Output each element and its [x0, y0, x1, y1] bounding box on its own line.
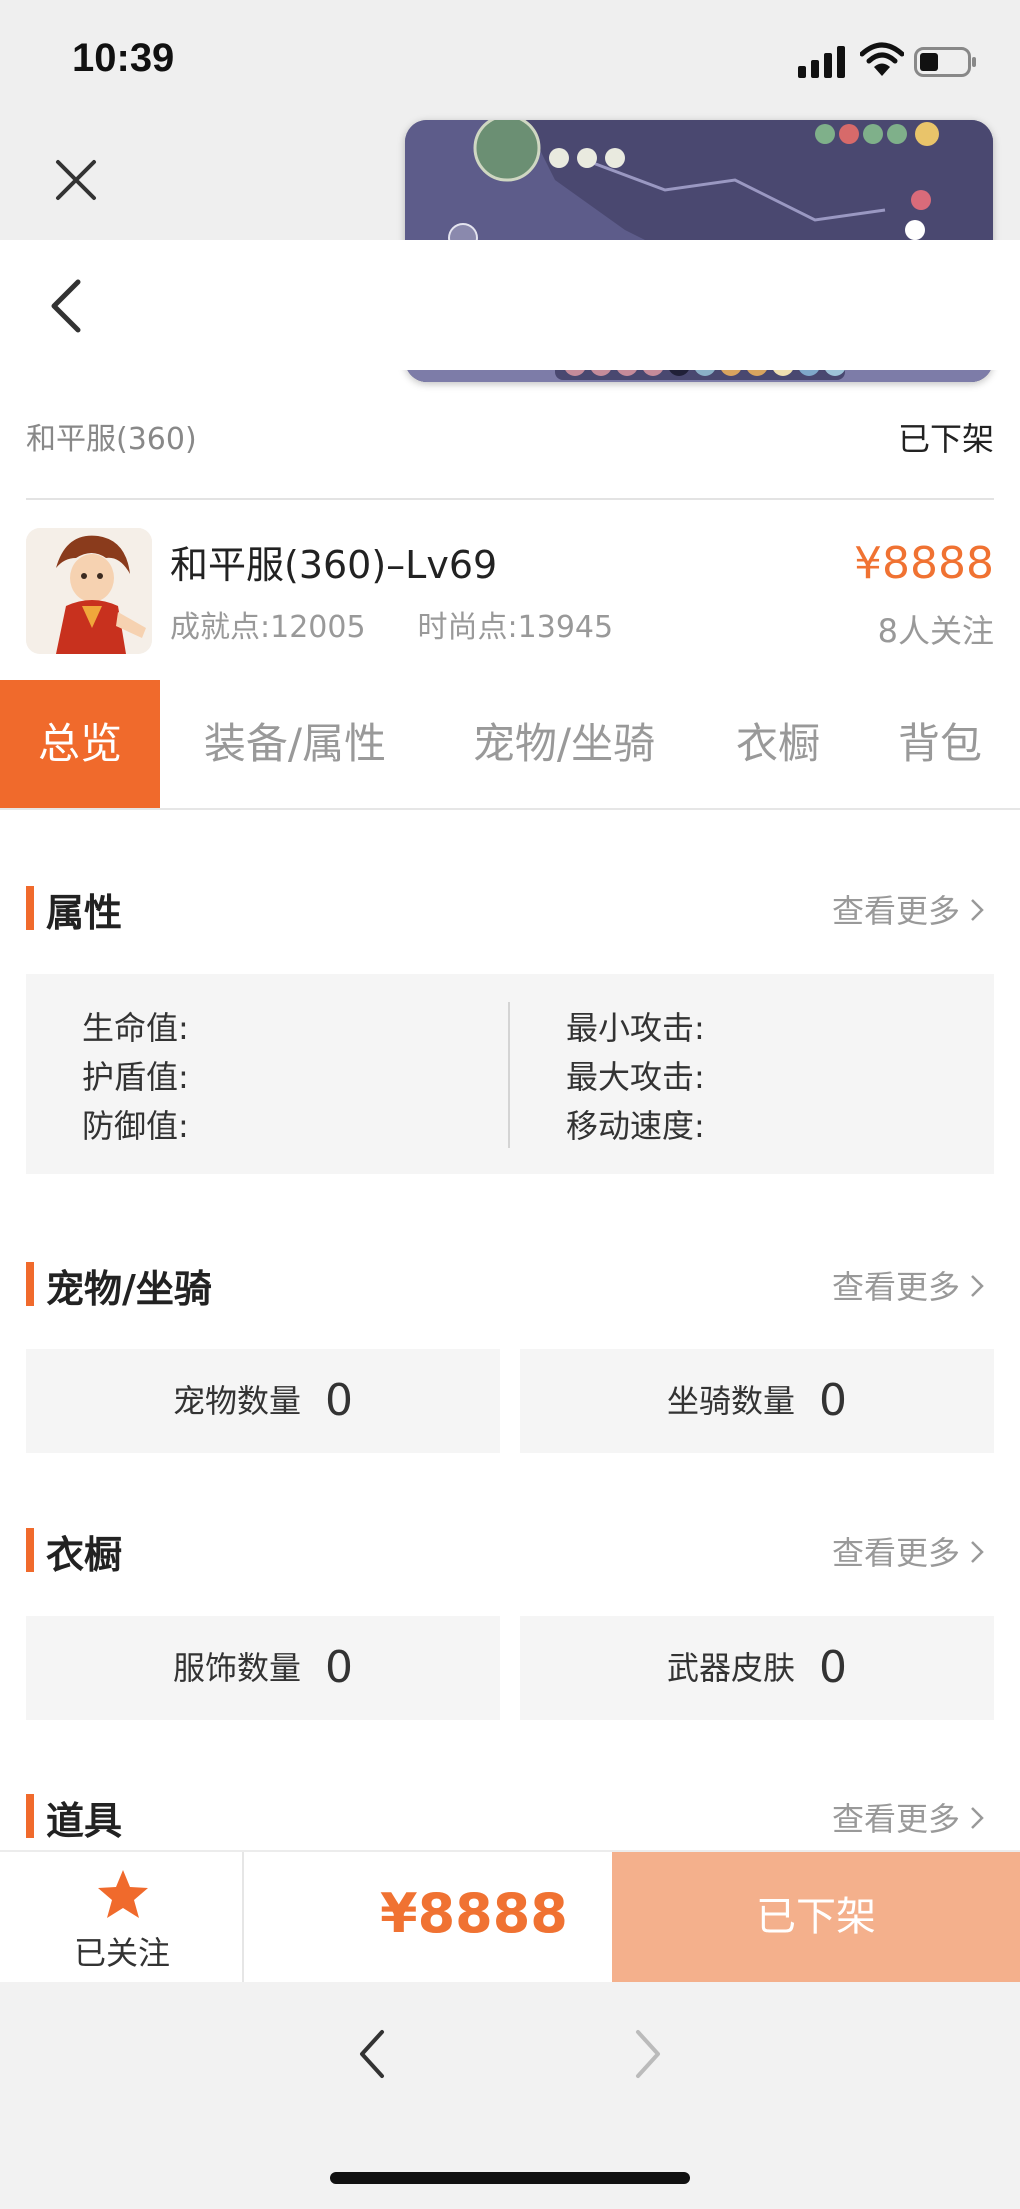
product-title: 和平服(360)–Lv69	[170, 543, 498, 587]
pet-count-value: 0	[325, 1375, 353, 1426]
tab-pets-mounts[interactable]: 宠物/坐骑	[448, 680, 680, 808]
chevron-right-icon	[971, 1275, 984, 1297]
mount-count-card: 坐骑数量 0	[520, 1349, 994, 1453]
back-icon[interactable]	[46, 278, 86, 334]
server-row: 和平服(360) 已下架	[0, 400, 1020, 470]
wardrobe-section-header: 衣橱 查看更多	[0, 1518, 1020, 1578]
chevron-right-icon	[971, 1541, 984, 1563]
browser-back-icon[interactable]	[356, 2026, 388, 2082]
tab-backpack[interactable]: 背包	[876, 680, 1004, 808]
wardrobe-title: 衣橱	[46, 1533, 123, 1577]
browser-forward-icon[interactable]	[632, 2026, 664, 2082]
more-label: 查看更多	[831, 1800, 960, 1838]
off-shelf-button[interactable]: 已下架	[612, 1852, 1020, 1982]
more-label: 查看更多	[831, 1268, 960, 1306]
weapon-skin-value: 0	[819, 1642, 847, 1693]
attributes-panel: 生命值: 护盾值: 防御值: 最小攻击: 最大攻击: 移动速度:	[26, 974, 994, 1174]
defense-label: 防御值:	[82, 1107, 189, 1145]
shield-label: 护盾值:	[82, 1058, 189, 1096]
product-summary: 和平服(360)–Lv69 成就点:12005 时尚点:13945 ¥8888 8…	[0, 510, 1020, 654]
server-name: 和平服(360)	[26, 422, 197, 457]
attributes-right-column: 最小攻击: 最大攻击: 移动速度:	[566, 1004, 705, 1151]
wardrobe-more-link[interactable]: 查看更多	[832, 1528, 984, 1574]
outfit-count-label: 服饰数量	[172, 1649, 301, 1687]
home-indicator	[330, 2172, 690, 2184]
follow-label: 已关注	[73, 1934, 170, 1972]
star-icon	[98, 1870, 148, 1918]
outfit-count-card: 服饰数量 0	[26, 1616, 500, 1720]
attributes-title: 属性	[46, 891, 123, 935]
pet-count-label: 宠物数量	[172, 1382, 301, 1420]
more-label: 查看更多	[831, 892, 960, 930]
items-title: 道具	[46, 1799, 123, 1843]
divider	[26, 498, 994, 500]
character-avatar	[26, 528, 152, 654]
section-accent-bar	[26, 1794, 34, 1838]
pets-title: 宠物/坐骑	[46, 1267, 212, 1311]
page-nav-bar	[0, 240, 1020, 370]
follow-button[interactable]: 已关注	[0, 1852, 244, 1982]
more-label: 查看更多	[831, 1534, 960, 1572]
move-speed-label: 移动速度:	[566, 1107, 705, 1145]
attributes-more-link[interactable]: 查看更多	[832, 886, 984, 932]
tab-equipment[interactable]: 装备/属性	[180, 680, 410, 808]
battery-icon	[914, 47, 976, 77]
items-more-link[interactable]: 查看更多	[832, 1794, 984, 1840]
chevron-right-icon	[971, 1807, 984, 1829]
mount-count-label: 坐骑数量	[666, 1382, 795, 1420]
attributes-left-column: 生命值: 护盾值: 防御值:	[82, 1004, 189, 1151]
signal-icon	[798, 46, 845, 78]
hp-label: 生命值:	[82, 1009, 189, 1047]
attributes-section-header: 属性 查看更多	[0, 876, 1020, 936]
bottom-action-bar: 已关注 ¥8888 已下架	[0, 1850, 1020, 1982]
pet-count-card: 宠物数量 0	[26, 1349, 500, 1453]
product-stats: 成就点:12005 时尚点:13945	[170, 602, 665, 646]
pets-section-header: 宠物/坐骑 查看更多	[0, 1252, 1020, 1312]
status-bar: 10:39	[0, 0, 1020, 120]
column-divider	[508, 1002, 510, 1148]
achievement-points: 成就点:12005	[170, 610, 366, 645]
footer-divider	[242, 1852, 244, 1982]
product-price: ¥8888	[854, 538, 994, 589]
mount-count-value: 0	[819, 1375, 847, 1426]
weapon-skin-count-card: 武器皮肤 0	[520, 1616, 994, 1720]
section-accent-bar	[26, 1528, 34, 1572]
min-attack-label: 最小攻击:	[566, 1009, 705, 1047]
section-accent-bar	[26, 886, 34, 930]
footer-price: ¥8888	[380, 1882, 568, 1945]
max-attack-label: 最大攻击:	[566, 1058, 705, 1096]
follower-count: 8人关注	[877, 612, 994, 650]
tab-overview[interactable]: 总览	[0, 680, 160, 808]
pets-more-link[interactable]: 查看更多	[832, 1262, 984, 1308]
outfit-count-value: 0	[325, 1642, 353, 1693]
chevron-right-icon	[971, 899, 984, 921]
items-section-header: 道具 查看更多	[0, 1784, 1020, 1844]
weapon-skin-label: 武器皮肤	[666, 1649, 795, 1687]
status-time: 10:39	[72, 36, 175, 80]
tab-wardrobe[interactable]: 衣橱	[716, 680, 840, 808]
close-icon[interactable]	[52, 156, 100, 204]
fashion-points: 时尚点:13945	[417, 610, 614, 645]
wifi-icon	[860, 42, 904, 76]
section-accent-bar	[26, 1262, 34, 1306]
listing-status: 已下架	[897, 420, 994, 458]
tab-bar: 总览 装备/属性 宠物/坐骑 衣橱 背包	[0, 680, 1020, 810]
